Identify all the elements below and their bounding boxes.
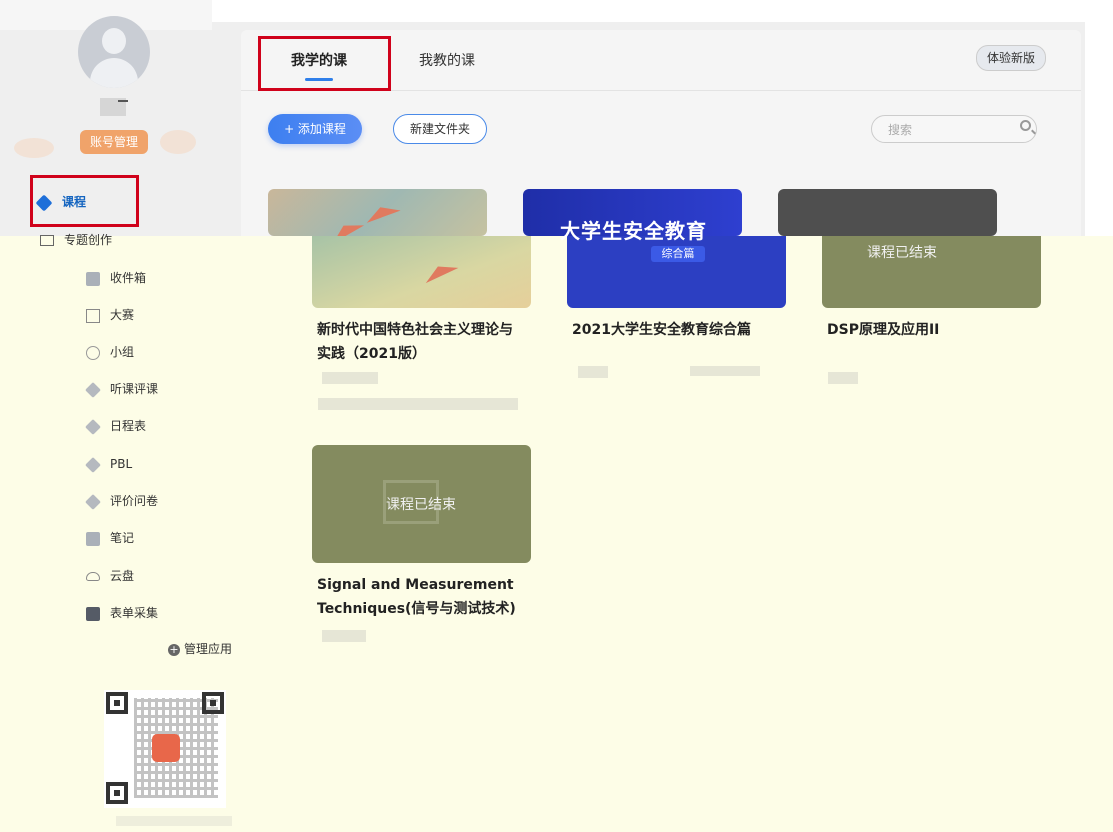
sidebar-item-notes[interactable]: 笔记 <box>86 528 134 548</box>
notes-icon <box>86 531 100 546</box>
search-box <box>871 115 1037 143</box>
sidebar-item-schedule[interactable]: 日程表 <box>85 416 147 436</box>
course-cover[interactable] <box>312 236 531 308</box>
qr-finder <box>106 692 128 714</box>
sidebar-item-cloud-disk[interactable]: 云盘 <box>86 566 134 586</box>
course-info-blurred <box>318 398 518 410</box>
cover-badge: 综合篇 <box>651 246 705 262</box>
right-strip <box>1085 20 1113 236</box>
account-management-button[interactable]: 账号管理 <box>80 130 148 154</box>
course-ended-label: 课程已结束 <box>867 245 937 261</box>
qr-code <box>104 690 226 808</box>
highlight-box <box>258 36 391 91</box>
search-icon[interactable] <box>1020 120 1031 131</box>
teacher-name-blurred <box>828 372 858 384</box>
manage-apps-button[interactable]: + 管理应用 <box>168 641 232 657</box>
qr-caption-blurred <box>116 816 232 826</box>
sidebar-item-label: 日程表 <box>110 419 147 433</box>
manage-apps-label: 管理应用 <box>184 642 233 656</box>
sidebar-item-pbl[interactable]: PBL <box>85 454 133 474</box>
app-icon <box>85 381 101 398</box>
decoration <box>160 130 196 154</box>
paper-plane-icon <box>421 258 459 284</box>
try-new-version-button[interactable]: 体验新版 <box>976 45 1046 71</box>
cover-title: 大学生安全教育 <box>560 219 707 243</box>
book-icon <box>86 308 100 323</box>
sidebar-item-label: 大赛 <box>110 308 135 322</box>
cloud-icon <box>86 572 100 581</box>
highlight-box <box>30 175 139 227</box>
sidebar-item-topic-creation[interactable]: 专题创作 <box>40 230 112 250</box>
course-cover[interactable] <box>268 189 487 236</box>
sidebar-item-survey[interactable]: 评价问卷 <box>85 491 159 511</box>
user-name-blurred <box>118 100 128 102</box>
course-title[interactable]: Signal and Measurement Techniques(信号与测试技… <box>317 573 516 621</box>
sidebar-item-label: 听课评课 <box>110 382 159 396</box>
sidebar-item-label: 收件箱 <box>110 271 147 285</box>
new-folder-button[interactable]: 新建文件夹 <box>393 114 487 144</box>
tab-my-teaching[interactable]: 我教的课 <box>419 50 475 70</box>
sidebar-item-label: 表单采集 <box>110 606 159 620</box>
sidebar-item-label: 评价问卷 <box>110 494 159 508</box>
search-input[interactable] <box>886 121 1000 139</box>
sidebar-item-form-collect[interactable]: 表单采集 <box>86 603 158 623</box>
course-title-line: Signal and Measurement <box>317 577 514 593</box>
course-title[interactable]: DSP原理及应用II <box>827 318 939 342</box>
course-title-line: 新时代中国特色社会主义理论与 <box>317 322 513 338</box>
app-icon <box>85 456 101 473</box>
inbox-icon <box>86 271 100 286</box>
add-course-button[interactable]: + 添加课程 <box>268 114 362 144</box>
course-title-line: Techniques(信号与测试技术) <box>317 601 516 617</box>
teacher-name-blurred <box>322 630 366 642</box>
sidebar-item-label: 云盘 <box>110 569 135 583</box>
sidebar-item-group[interactable]: 小组 <box>86 342 134 362</box>
course-title[interactable]: 2021大学生安全教育综合篇 <box>572 318 751 342</box>
plus-icon: + <box>168 642 180 656</box>
sidebar-item-label: 专题创作 <box>64 233 113 247</box>
group-icon <box>86 345 100 360</box>
app-icon <box>85 418 101 435</box>
sidebar-item-contest[interactable]: 大赛 <box>86 305 134 325</box>
avatar-body <box>90 58 138 88</box>
sidebar-item-label: PBL <box>110 457 133 471</box>
avatar[interactable] <box>78 16 150 88</box>
app-logo-icon <box>152 734 180 762</box>
avatar-head <box>102 28 126 54</box>
date-blurred <box>690 366 760 376</box>
sidebar-item-label: 笔记 <box>110 531 135 545</box>
screen-icon <box>86 606 100 621</box>
sidebar-item-inbox[interactable]: 收件箱 <box>86 268 146 288</box>
app-icon <box>85 493 101 510</box>
paper-plane-icon <box>363 201 401 223</box>
sidebar-item-label: 小组 <box>110 345 135 359</box>
sidebar-item-lesson-review[interactable]: 听课评课 <box>85 379 159 399</box>
course-ended-label: 课程已结束 <box>386 497 456 513</box>
teacher-name-blurred <box>322 372 378 384</box>
qr-finder <box>202 692 224 714</box>
course-title[interactable]: 新时代中国特色社会主义理论与 实践（2021版） <box>317 318 513 366</box>
course-cover[interactable] <box>778 189 997 236</box>
decoration <box>14 138 54 158</box>
qr-finder <box>106 782 128 804</box>
window-icon <box>40 235 54 246</box>
teacher-name-blurred <box>578 366 608 378</box>
top-strip <box>212 0 1113 22</box>
course-title-line: 实践（2021版） <box>317 346 426 362</box>
paper-plane-icon <box>327 216 365 236</box>
